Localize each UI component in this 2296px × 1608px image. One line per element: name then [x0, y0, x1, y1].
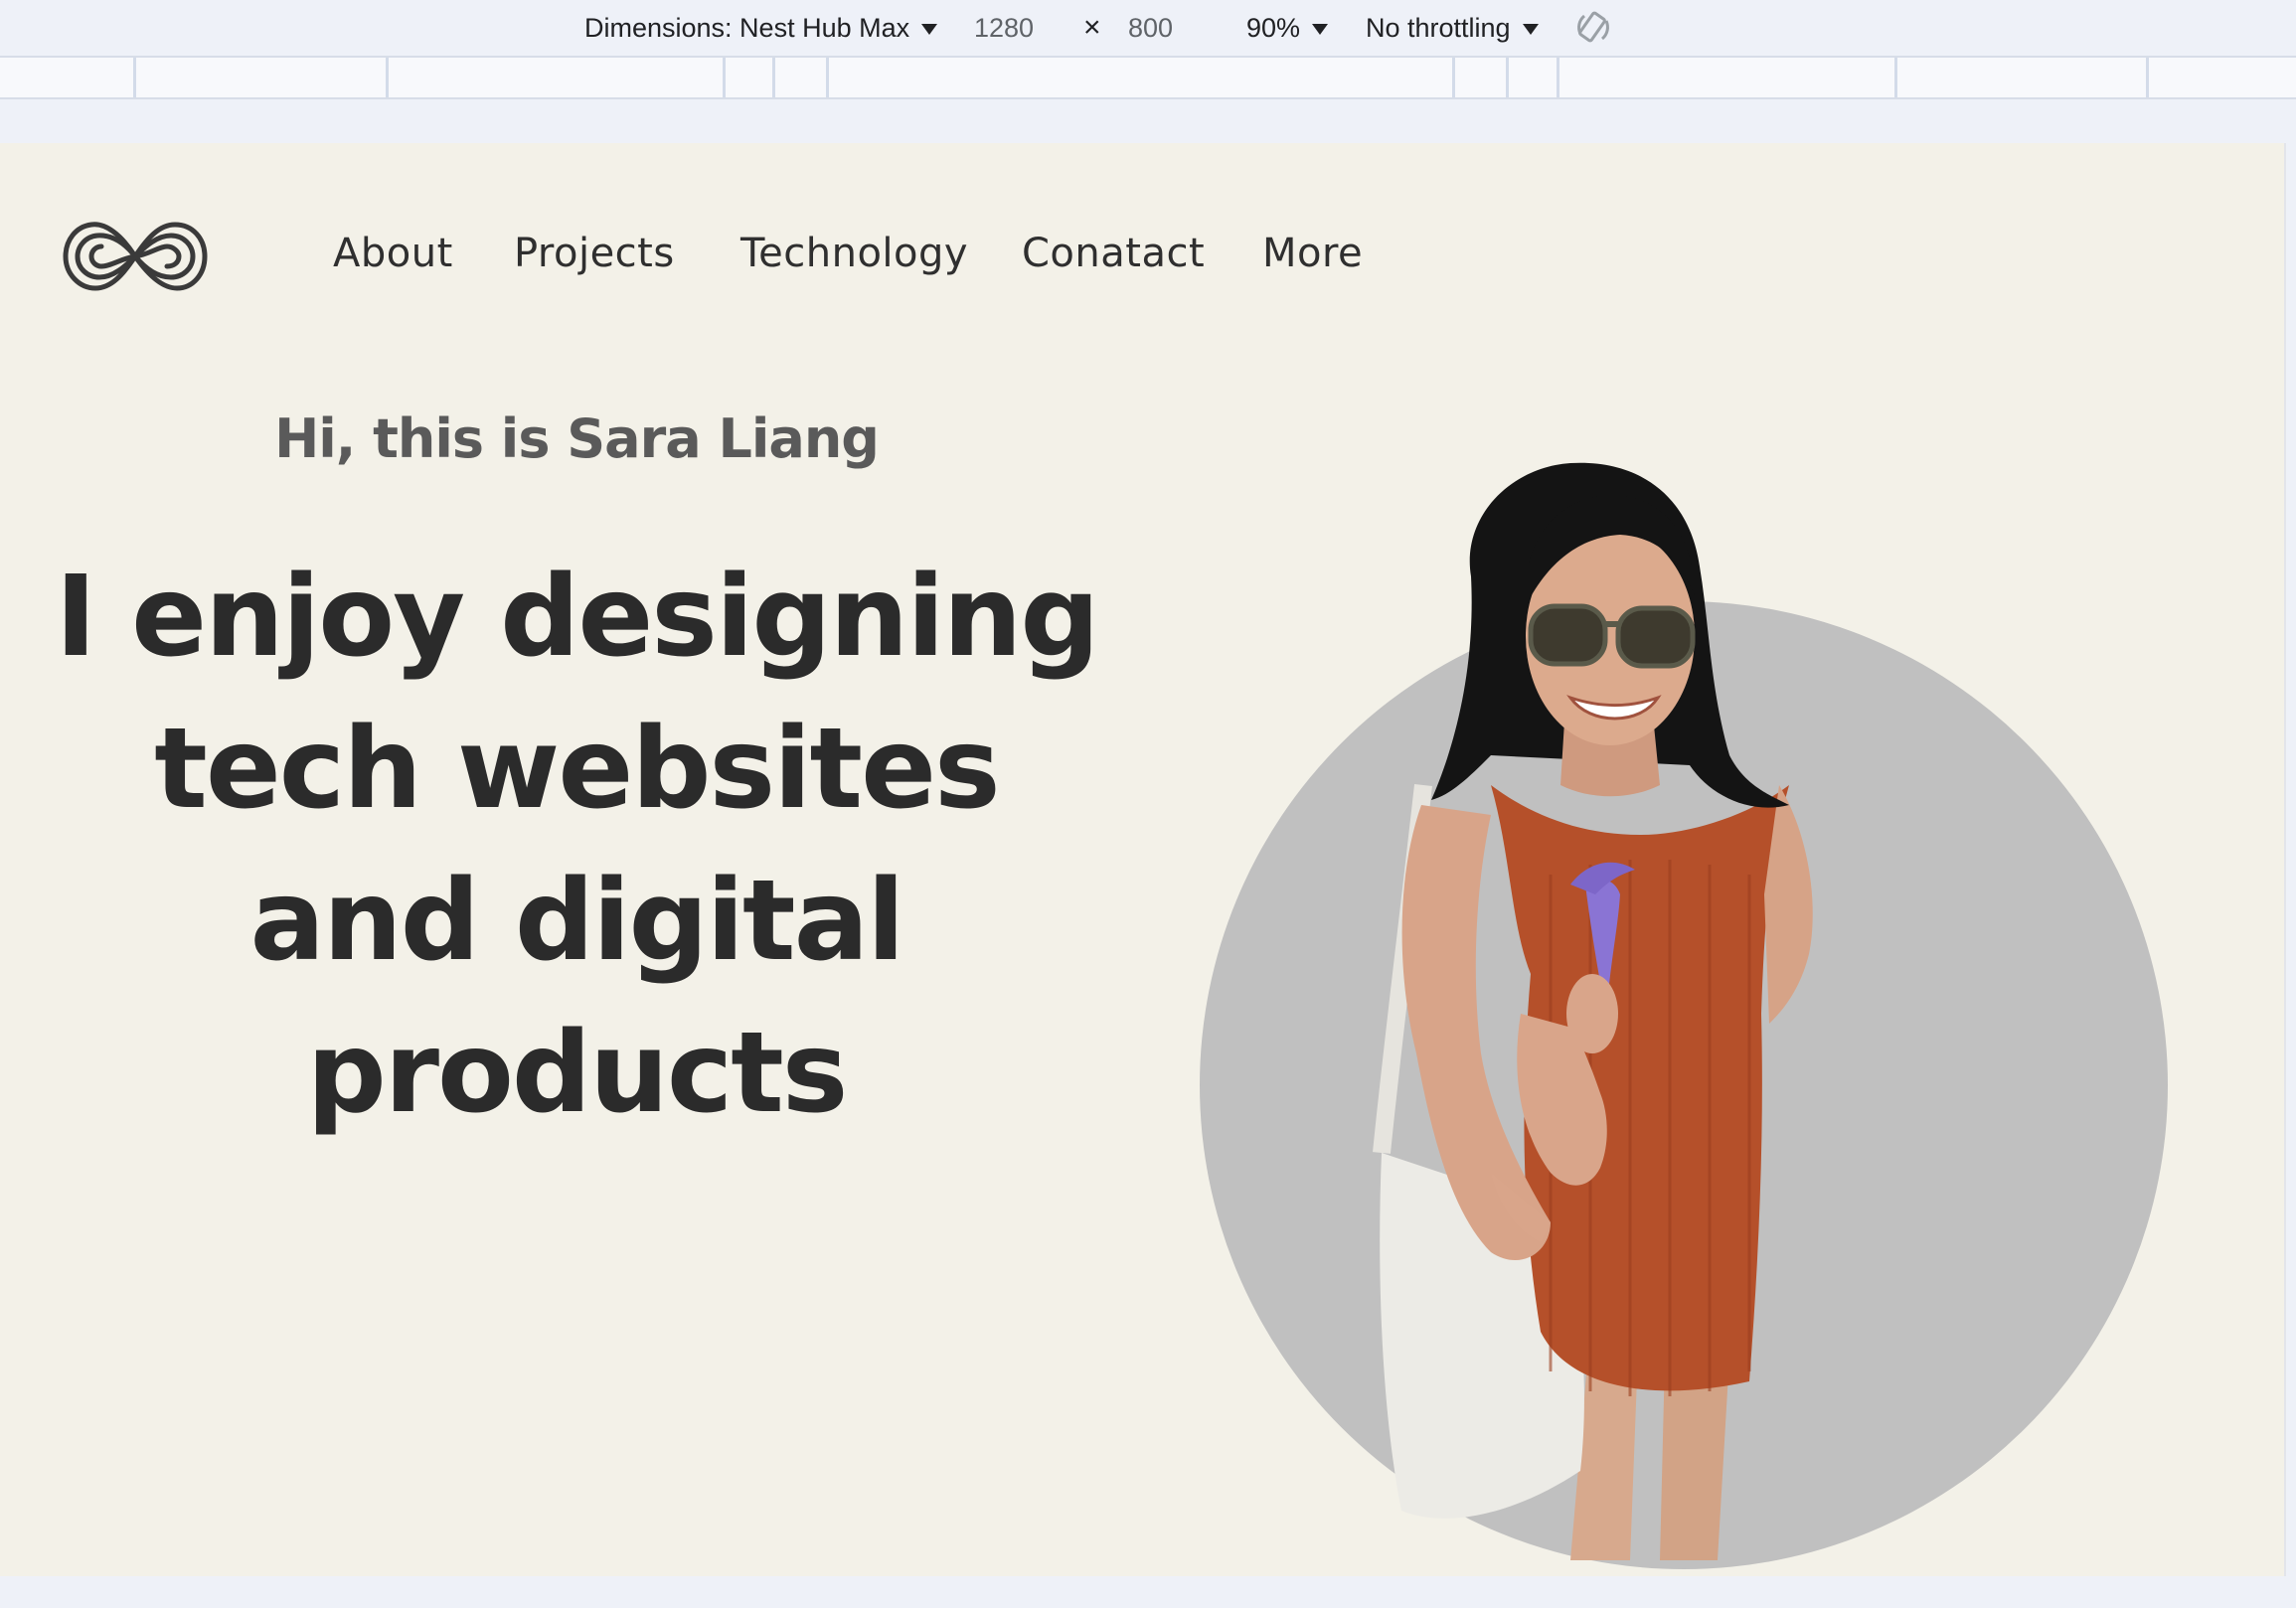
chevron-down-icon: [1312, 23, 1329, 35]
rotate-icon: [1577, 11, 1609, 43]
zoom-dropdown[interactable]: 90%: [1246, 0, 1329, 56]
ruler-tick: [1557, 58, 1559, 97]
nav-link-more[interactable]: More: [1262, 231, 1363, 276]
ruler-tick: [723, 58, 726, 97]
portrait-image: [1200, 462, 2168, 1569]
dimensions-label: Dimensions: Nest Hub Max: [584, 12, 910, 43]
toolbar-gap: [0, 99, 2296, 143]
nav-link-projects[interactable]: Projects: [514, 231, 675, 276]
ruler-tick: [826, 58, 829, 97]
times-icon: ×: [1083, 11, 1101, 44]
height-input[interactable]: 800: [1128, 0, 1173, 56]
rotate-button[interactable]: [1574, 0, 1614, 56]
ruler-tick: [772, 58, 775, 97]
headline-line: I enjoy designing: [55, 553, 1099, 682]
ruler-tick: [1894, 58, 1897, 97]
ruler-tick: [2146, 58, 2149, 97]
nav-link-technology[interactable]: Technology: [740, 231, 968, 276]
ruler-tick: [386, 58, 389, 97]
ruler-tick: [133, 58, 136, 97]
hero-headline: I enjoy designing tech websites and digi…: [0, 542, 1153, 1150]
headline-line: products: [306, 1009, 849, 1138]
device-toolbar: Dimensions: Nest Hub Max 1280 × 800 90% …: [0, 0, 2296, 56]
chevron-down-icon: [921, 23, 938, 35]
headline-line: and digital: [249, 857, 904, 986]
ruler-tick: [1452, 58, 1455, 97]
chevron-down-icon: [1522, 23, 1539, 35]
infinity-logo-icon[interactable]: [62, 217, 209, 296]
zoom-label: 90%: [1246, 12, 1301, 43]
throttling-dropdown[interactable]: No throttling: [1366, 0, 1539, 56]
media-query-bar[interactable]: [0, 56, 2296, 99]
throttling-label: No throttling: [1366, 12, 1511, 43]
dimensions-dropdown[interactable]: Dimensions: Nest Hub Max: [584, 0, 938, 56]
hero-greeting: Hi, this is Sara Liang: [274, 407, 880, 470]
width-input[interactable]: 1280: [974, 0, 1034, 56]
headline-line: tech websites: [154, 705, 1000, 834]
nav-link-contact[interactable]: Conatact: [1022, 231, 1205, 276]
nav-link-about[interactable]: About: [333, 231, 453, 276]
ruler-tick: [1506, 58, 1509, 97]
